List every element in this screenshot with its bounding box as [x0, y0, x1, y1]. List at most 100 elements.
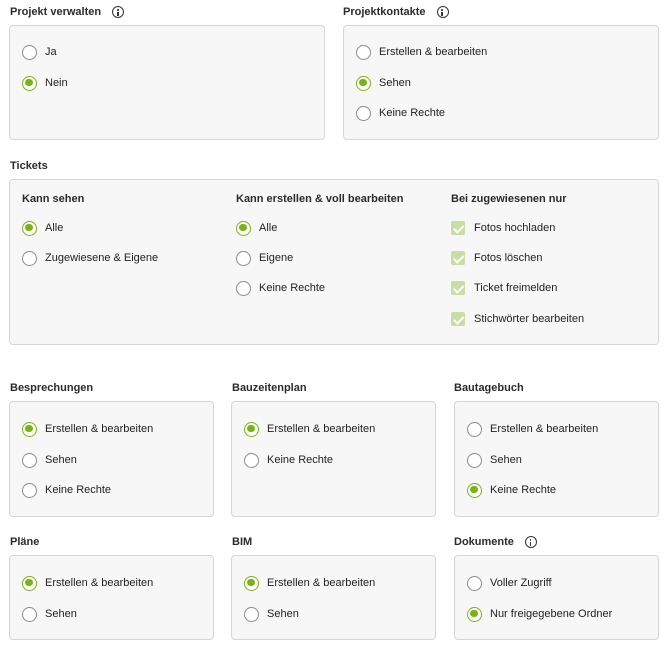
- radio-icon[interactable]: [22, 606, 37, 622]
- section-label-bautagebuch: Bautagebuch: [454, 381, 524, 395]
- card-plaene: Erstellen & bearbeiten Sehen: [9, 555, 214, 640]
- radio-icon[interactable]: [22, 452, 37, 468]
- radio-icon[interactable]: [356, 105, 371, 121]
- option-label: Erstellen & bearbeiten: [267, 577, 376, 589]
- radio-option-eigene[interactable]: Eigene: [236, 250, 293, 266]
- radio-option-keine-rechte[interactable]: Keine Rechte: [356, 105, 445, 121]
- checkbox-icon[interactable]: [451, 312, 465, 326]
- radio-icon[interactable]: [467, 421, 482, 437]
- section-title: Besprechungen: [10, 382, 94, 394]
- radio-option-voller-zugriff[interactable]: Voller Zugriff: [467, 575, 552, 591]
- option-label: Erstellen & bearbeiten: [379, 46, 488, 58]
- card-projekt-verwalten: Ja Nein: [9, 25, 325, 140]
- radio-icon[interactable]: [236, 250, 251, 266]
- section-title: Dokumente: [454, 536, 514, 548]
- radio-option-keine-rechte[interactable]: Keine Rechte: [236, 280, 325, 296]
- option-label: Zugewiesene & Eigene: [45, 252, 159, 264]
- option-label: Erstellen & bearbeiten: [267, 423, 376, 435]
- section-label-projekt-verwalten: Projekt verwalten: [10, 5, 125, 19]
- radio-icon[interactable]: [236, 280, 251, 296]
- checkbox-icon[interactable]: [451, 281, 465, 295]
- checkbox-option-ticket-freimelden[interactable]: Ticket freimelden: [451, 280, 557, 296]
- option-label: Keine Rechte: [267, 454, 334, 466]
- radio-icon[interactable]: [22, 482, 37, 498]
- radio-icon[interactable]: [467, 452, 482, 468]
- card-besprechungen: Erstellen & bearbeiten Sehen Keine Recht…: [9, 401, 214, 517]
- checkbox-icon[interactable]: [451, 251, 465, 265]
- section-label-tickets: Tickets: [10, 159, 48, 173]
- radio-option-alle[interactable]: Alle: [22, 220, 63, 236]
- card-bim: Erstellen & bearbeiten Sehen: [231, 555, 436, 640]
- card-projektkontakte: Erstellen & bearbeiten Sehen Keine Recht…: [343, 25, 659, 140]
- radio-icon[interactable]: [22, 220, 37, 236]
- option-label: Nur freigegebene Ordner: [490, 608, 613, 620]
- radio-icon[interactable]: [22, 421, 37, 437]
- radio-option-sehen[interactable]: Sehen: [244, 606, 299, 622]
- section-label-bim: BIM: [232, 535, 252, 549]
- radio-option-sehen[interactable]: Sehen: [356, 75, 411, 91]
- option-label: Alle: [45, 222, 64, 234]
- section-title: Tickets: [10, 160, 48, 172]
- radio-option-erstellen-bearbeiten[interactable]: Erstellen & bearbeiten: [22, 575, 153, 591]
- radio-icon[interactable]: [22, 75, 37, 91]
- radio-icon[interactable]: [467, 482, 482, 498]
- radio-option-erstellen-bearbeiten[interactable]: Erstellen & bearbeiten: [244, 575, 375, 591]
- option-label: Erstellen & bearbeiten: [45, 577, 154, 589]
- option-label: Ja: [45, 46, 57, 58]
- option-label: Eigene: [259, 252, 294, 264]
- checkbox-icon[interactable]: [451, 221, 465, 235]
- radio-icon[interactable]: [244, 452, 259, 468]
- option-label: Alle: [259, 222, 278, 234]
- section-label-bauzeitenplan: Bauzeitenplan: [232, 381, 307, 395]
- section-label-besprechungen: Besprechungen: [10, 381, 93, 395]
- section-label-dokumente: Dokumente: [454, 535, 537, 549]
- radio-option-sehen[interactable]: Sehen: [22, 452, 77, 468]
- option-label: Sehen: [379, 77, 411, 89]
- radio-option-nur-freigegebene-ordner[interactable]: Nur freigegebene Ordner: [467, 606, 612, 622]
- radio-icon[interactable]: [244, 421, 259, 437]
- radio-icon[interactable]: [467, 575, 482, 591]
- radio-icon[interactable]: [467, 606, 482, 622]
- radio-option-erstellen-bearbeiten[interactable]: Erstellen & bearbeiten: [467, 421, 598, 437]
- radio-icon[interactable]: [22, 44, 37, 60]
- radio-option-zugewiesene-eigene[interactable]: Zugewiesene & Eigene: [22, 250, 158, 266]
- info-icon[interactable]: [524, 536, 537, 548]
- option-label: Fotos hochladen: [474, 222, 556, 234]
- card-bautagebuch: Erstellen & bearbeiten Sehen Keine Recht…: [454, 401, 659, 517]
- info-icon[interactable]: [112, 6, 125, 18]
- section-title: Bauzeitenplan: [232, 382, 307, 394]
- option-label: Keine Rechte: [259, 282, 326, 294]
- group-title-kann-erstellen: Kann erstellen & voll bearbeiten: [236, 193, 404, 205]
- radio-option-erstellen-bearbeiten[interactable]: Erstellen & bearbeiten: [356, 44, 487, 60]
- checkbox-option-fotos-loeschen[interactable]: Fotos löschen: [451, 250, 542, 266]
- radio-option-keine-rechte[interactable]: Keine Rechte: [22, 482, 111, 498]
- radio-icon[interactable]: [22, 575, 37, 591]
- radio-icon[interactable]: [356, 75, 371, 91]
- radio-option-ja[interactable]: Ja: [22, 44, 57, 60]
- radio-option-erstellen-bearbeiten[interactable]: Erstellen & bearbeiten: [244, 421, 375, 437]
- radio-option-sehen[interactable]: Sehen: [22, 606, 77, 622]
- radio-icon[interactable]: [356, 44, 371, 60]
- option-label: Stichwörter bearbeiten: [474, 313, 585, 325]
- radio-option-alle[interactable]: Alle: [236, 220, 277, 236]
- radio-icon[interactable]: [22, 250, 37, 266]
- info-icon[interactable]: [436, 6, 449, 18]
- radio-option-keine-rechte[interactable]: Keine Rechte: [467, 482, 556, 498]
- radio-option-nein[interactable]: Nein: [22, 75, 68, 91]
- option-label: Ticket freimelden: [474, 282, 558, 294]
- radio-option-keine-rechte[interactable]: Keine Rechte: [244, 452, 333, 468]
- radio-icon[interactable]: [244, 575, 259, 591]
- checkbox-option-stichwoerter-bearbeiten[interactable]: Stichwörter bearbeiten: [451, 311, 584, 327]
- section-title: Bautagebuch: [454, 382, 524, 394]
- radio-option-sehen[interactable]: Sehen: [467, 452, 522, 468]
- option-label: Sehen: [490, 454, 522, 466]
- checkbox-option-fotos-hochladen[interactable]: Fotos hochladen: [451, 220, 555, 236]
- section-title: Pläne: [10, 536, 40, 548]
- option-label: Voller Zugriff: [490, 577, 552, 589]
- radio-icon[interactable]: [236, 220, 251, 236]
- section-title: BIM: [232, 536, 253, 548]
- radio-option-erstellen-bearbeiten[interactable]: Erstellen & bearbeiten: [22, 421, 153, 437]
- section-title: Projekt verwalten: [10, 6, 102, 18]
- option-label: Erstellen & bearbeiten: [490, 423, 599, 435]
- radio-icon[interactable]: [244, 606, 259, 622]
